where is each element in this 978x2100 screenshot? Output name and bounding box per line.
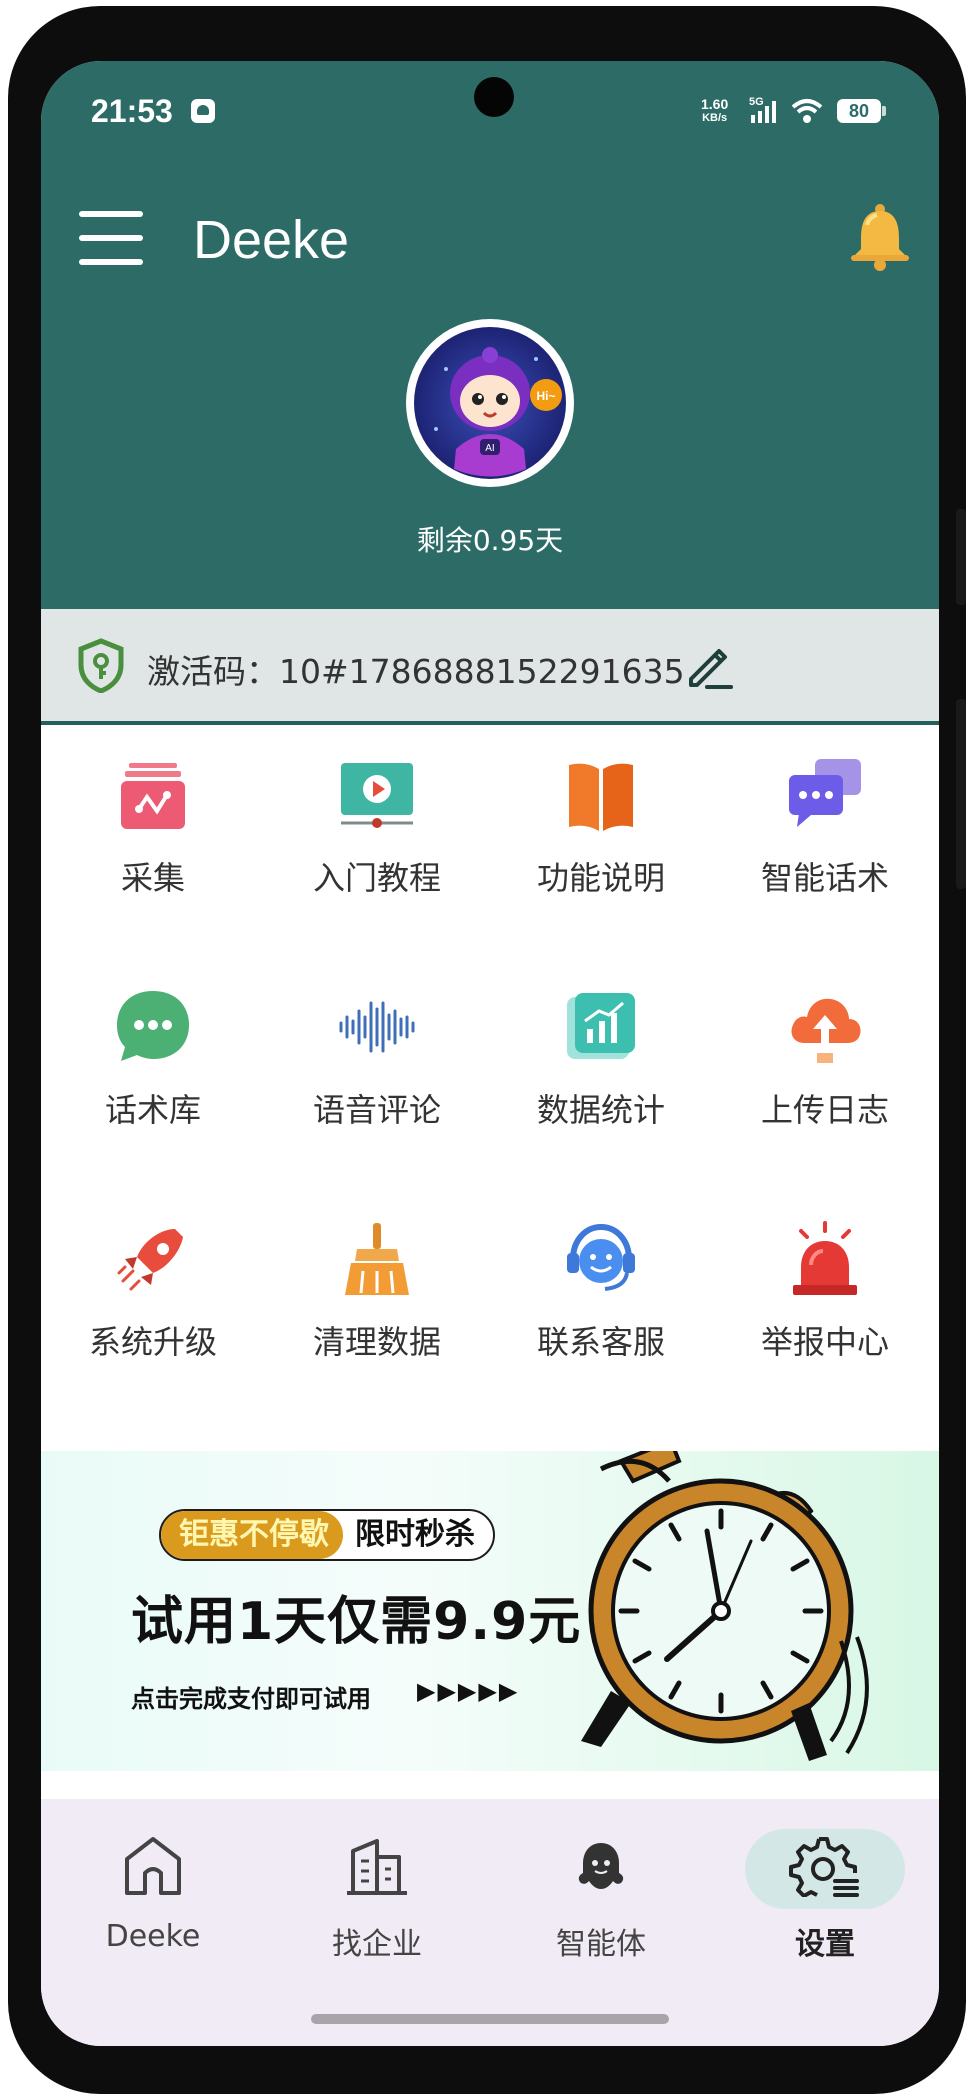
grid-item-customer-service[interactable]: 联系客服 [489,1201,713,1433]
promo-subtitle: 点击完成支付即可试用 [131,1685,371,1713]
grid-item-label: 举报中心 [760,1323,889,1361]
menu-icon[interactable] [79,211,143,267]
notification-app-icon [191,99,215,123]
nav-item-home[interactable]: Deeke [41,1799,265,1999]
agent-icon [561,1833,641,1897]
book-icon [561,755,641,835]
grid-item-label: 智能话术 [760,859,889,897]
status-time: 21:53 [91,93,173,129]
grid-item-script-library[interactable]: 话术库 [41,969,265,1201]
cloud-upload-icon [785,987,865,1067]
header: 21:53 1.60 KB/s 5G 80 Deeke AI Hi~ 剩余0.9… [41,61,939,609]
nav-item-label: Deeke [105,1919,201,1954]
alarm-light-icon [785,1219,865,1299]
alarm-clock-icon [541,1451,921,1771]
net-speed-value: 1.60 [701,96,729,112]
grid-item-smart-script[interactable]: 智能话术 [713,737,937,969]
promo-tag: 钜惠不停歇 限时秒杀 [159,1509,495,1561]
nav-item-settings[interactable]: 设置 [713,1799,937,1999]
nav-item-agent[interactable]: 智能体 [489,1799,713,1999]
grid-item-label: 语音评论 [312,1091,441,1129]
avatar[interactable]: AI Hi~ [406,319,574,487]
wifi-icon [791,99,823,123]
grid-item-clear-data[interactable]: 清理数据 [265,1201,489,1433]
grid-item-label: 上传日志 [760,1091,889,1129]
home-icon [113,1833,193,1897]
settings-icon [785,1833,865,1898]
signal-icon: 5G [749,95,829,129]
battery-icon: 80 [837,99,886,123]
chat-bubbles-icon [785,755,865,835]
grid-item-tutorial[interactable]: 入门教程 [265,737,489,969]
activation-bar: 激活码：10#1786888152291635 [41,609,939,725]
grid-item-label: 入门教程 [312,859,441,897]
rocket-icon [113,1219,193,1299]
page-title: Deeke [193,210,350,270]
grid-item-label: 采集 [120,859,185,897]
message-icon [113,987,193,1067]
grid-item-label: 话术库 [104,1091,201,1129]
bottom-nav: Deeke 找企业 智能体 设置 [41,1799,939,2046]
activation-code: 激活码：10#1786888152291635 [147,652,685,691]
volume-button [956,509,966,605]
grid-item-feature-guide[interactable]: 功能说明 [489,737,713,969]
avatar-badge: Hi~ [536,389,555,403]
collect-icon [113,755,193,835]
grid-item-upload-log[interactable]: 上传日志 [713,969,937,1201]
network-type: 5G [749,96,764,108]
grid-item-label: 联系客服 [536,1323,665,1361]
home-indicator[interactable] [311,2014,669,2024]
grid-item-collect[interactable]: 采集 [41,737,265,969]
video-tutorial-icon [337,755,417,835]
screen: 21:53 1.60 KB/s 5G 80 Deeke AI Hi~ 剩余0.9… [41,61,939,2046]
edit-icon[interactable] [683,639,735,695]
bell-icon[interactable] [849,203,911,275]
grid-item-label: 功能说明 [536,859,665,897]
building-icon [337,1833,417,1897]
shield-key-icon [75,637,127,697]
grid-item-label: 清理数据 [312,1323,441,1361]
grid-item-statistics[interactable]: 数据统计 [489,969,713,1201]
grid-item-system-upgrade[interactable]: 系统升级 [41,1201,265,1433]
promo-title: 试用1天仅需9.9元 [131,1592,582,1652]
nav-item-find-company[interactable]: 找企业 [265,1799,489,1999]
avatar-chest-label: AI [485,443,494,454]
promo-tag-left: 钜惠不停歇 [161,1511,343,1559]
grid-item-voice-comment[interactable]: 语音评论 [265,969,489,1201]
grid-item-label: 系统升级 [88,1323,217,1361]
promo-arrows: ▶▶▶▶▶ [417,1677,520,1705]
support-icon [561,1219,641,1299]
front-camera [474,77,514,117]
nav-item-label: 找企业 [332,1927,422,1962]
remaining-days: 剩余0.95天 [416,524,564,557]
net-speed-unit: KB/s [702,112,728,124]
promo-tag-right: 限时秒杀 [355,1517,475,1552]
phone-frame: 21:53 1.60 KB/s 5G 80 Deeke AI Hi~ 剩余0.9… [8,6,966,2094]
nav-item-label: 设置 [795,1927,855,1962]
broom-icon [337,1219,417,1299]
voice-wave-icon [337,987,417,1067]
network-speed: 1.60 KB/s [701,97,728,125]
nav-item-label: 智能体 [556,1927,646,1962]
grid-item-report-center[interactable]: 举报中心 [713,1201,937,1433]
power-button [956,699,966,889]
chart-icon [561,987,641,1067]
promo-banner[interactable]: 钜惠不停歇 限时秒杀 试用1天仅需9.9元 点击完成支付即可试用 ▶▶▶▶▶ [41,1451,939,1771]
grid-item-label: 数据统计 [536,1091,665,1129]
